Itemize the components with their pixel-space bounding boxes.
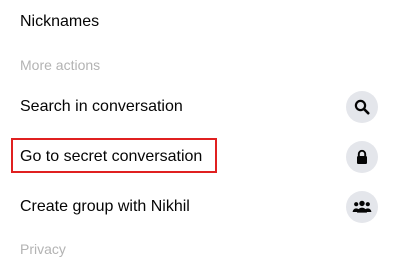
menu-item-nicknames[interactable]: Nicknames bbox=[0, 0, 400, 44]
section-header-more-actions: More actions bbox=[0, 50, 400, 80]
create-group-label: Create group with Nikhil bbox=[20, 198, 190, 215]
highlight-box bbox=[11, 138, 217, 173]
search-in-conversation-label: Search in conversation bbox=[20, 98, 183, 115]
lock-icon[interactable] bbox=[346, 141, 378, 173]
section-header-privacy: Privacy bbox=[0, 234, 400, 264]
more-actions-label: More actions bbox=[20, 57, 101, 73]
privacy-label: Privacy bbox=[20, 241, 66, 257]
nicknames-label: Nicknames bbox=[20, 13, 100, 30]
menu-item-create-group[interactable]: Create group with Nikhil bbox=[0, 184, 400, 230]
menu-item-search-in-conversation[interactable]: Search in conversation bbox=[0, 84, 400, 130]
search-icon[interactable] bbox=[346, 91, 378, 123]
group-icon[interactable] bbox=[346, 191, 378, 223]
